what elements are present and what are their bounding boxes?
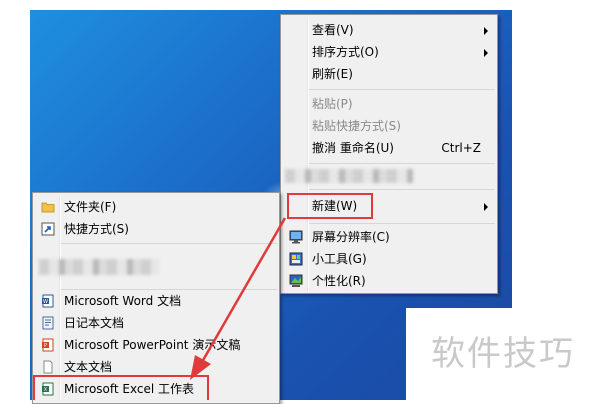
submenu-item-text-label: 文本文档 bbox=[64, 360, 113, 374]
submenu-item-powerpoint-presentation[interactable]: P Microsoft PowerPoint 演示文稿 bbox=[33, 334, 279, 356]
menu-item-refresh-label: 刷新(E) bbox=[312, 67, 353, 81]
submenu-item-word-document[interactable]: W Microsoft Word 文档 bbox=[33, 290, 279, 312]
menu-item-undo-label: 撤消 重命名(U) bbox=[312, 141, 394, 155]
blurred-menu-item bbox=[39, 259, 159, 275]
menu-item-personalize-label: 个性化(R) bbox=[312, 274, 366, 288]
new-submenu: 文件夹(F) 快捷方式(S) W Microsoft Word 文档 日记本文档… bbox=[32, 192, 280, 404]
menu-item-screen-resolution[interactable]: 屏幕分辨率(C) bbox=[281, 226, 497, 248]
new-item-highlight-box bbox=[287, 193, 373, 219]
text-doc-icon bbox=[43, 360, 53, 374]
word-doc-icon: W bbox=[42, 294, 54, 308]
menu-item-paste[interactable]: 粘贴(P) bbox=[281, 93, 497, 115]
menu-item-screen-resolution-label: 屏幕分辨率(C) bbox=[312, 230, 390, 244]
submenu-item-folder[interactable]: 文件夹(F) bbox=[33, 196, 279, 218]
menu-separator bbox=[309, 89, 495, 90]
submenu-arrow-icon bbox=[484, 203, 488, 211]
submenu-item-folder-label: 文件夹(F) bbox=[64, 200, 117, 214]
shortcut-icon bbox=[41, 222, 55, 236]
powerpoint-icon: P bbox=[42, 338, 54, 352]
menu-item-refresh[interactable]: 刷新(E) bbox=[281, 63, 497, 85]
submenu-item-powerpoint-label: Microsoft PowerPoint 演示文稿 bbox=[64, 338, 241, 352]
submenu-item-journal-label: 日记本文档 bbox=[64, 316, 125, 330]
menu-item-undo-shortcut: Ctrl+Z bbox=[441, 141, 481, 155]
submenu-arrow-icon bbox=[484, 27, 488, 35]
menu-item-view-label: 查看(V) bbox=[312, 23, 354, 37]
menu-item-sort[interactable]: 排序方式(O) bbox=[281, 41, 497, 63]
menu-item-sort-label: 排序方式(O) bbox=[312, 45, 379, 59]
gadgets-icon bbox=[289, 252, 303, 266]
menu-separator bbox=[61, 243, 277, 244]
menu-item-paste-label: 粘贴(P) bbox=[312, 97, 353, 111]
menu-item-undo-rename[interactable]: 撤消 重命名(U) Ctrl+Z bbox=[281, 137, 497, 159]
monitor-icon bbox=[289, 230, 303, 244]
menu-item-view[interactable]: 查看(V) bbox=[281, 19, 497, 41]
menu-item-gadgets[interactable]: 小工具(G) bbox=[281, 248, 497, 270]
desktop-context-menu: 查看(V) 排序方式(O) 刷新(E) 粘贴(P) 粘贴快捷方式(S) 撤消 重… bbox=[280, 14, 498, 294]
personalize-icon bbox=[289, 274, 303, 287]
menu-item-personalize[interactable]: 个性化(R) bbox=[281, 270, 497, 292]
submenu-item-shortcut[interactable]: 快捷方式(S) bbox=[33, 218, 279, 240]
submenu-item-word-label: Microsoft Word 文档 bbox=[64, 294, 182, 308]
journal-doc-icon bbox=[42, 316, 54, 330]
menu-item-paste-shortcut-label: 粘贴快捷方式(S) bbox=[312, 119, 401, 133]
submenu-item-journal-document[interactable]: 日记本文档 bbox=[33, 312, 279, 334]
folder-icon bbox=[41, 202, 55, 213]
menu-separator bbox=[309, 189, 495, 190]
excel-item-highlight-box bbox=[33, 375, 209, 400]
blurred-menu-item bbox=[285, 169, 413, 183]
submenu-item-shortcut-label: 快捷方式(S) bbox=[64, 222, 129, 236]
menu-item-gadgets-label: 小工具(G) bbox=[312, 252, 367, 266]
submenu-arrow-icon bbox=[484, 49, 488, 57]
menu-separator bbox=[309, 163, 495, 164]
watermark-text: 软件技巧 bbox=[406, 308, 600, 400]
menu-separator bbox=[309, 223, 495, 224]
svg-text:P: P bbox=[44, 343, 47, 349]
svg-text:W: W bbox=[43, 299, 48, 305]
menu-item-paste-shortcut[interactable]: 粘贴快捷方式(S) bbox=[281, 115, 497, 137]
